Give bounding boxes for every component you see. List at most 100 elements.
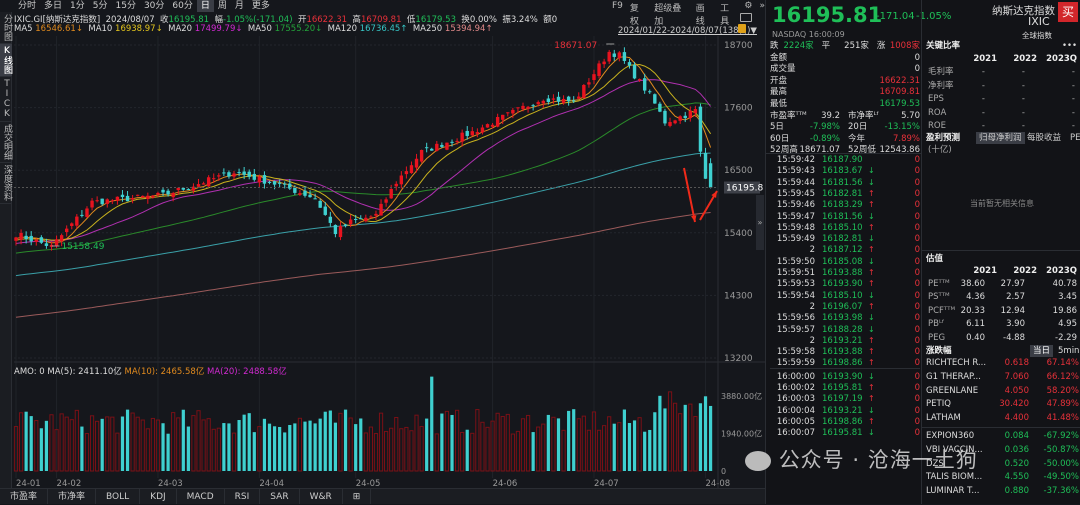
volume-bar xyxy=(520,418,526,472)
period-tab[interactable]: 月 xyxy=(231,0,248,12)
lock-icon[interactable] xyxy=(738,24,746,33)
tick-price: 16195.81 xyxy=(822,428,863,439)
mover-name[interactable]: G1 THERAP... xyxy=(926,371,981,383)
period-tab[interactable]: 日 xyxy=(196,0,214,12)
forecast-tab[interactable]: PE xyxy=(1070,132,1080,144)
period-tab[interactable]: 多日 xyxy=(40,0,66,12)
period-tab[interactable]: 5分 xyxy=(89,0,112,12)
mover-name[interactable]: LATHAM xyxy=(926,412,961,424)
y-tick-label: 14300 xyxy=(724,291,753,301)
candle-body xyxy=(511,109,515,114)
tick-row: 15:59:46 16183.29 ↑ 0 xyxy=(770,199,920,211)
tick-price: 16181.56 xyxy=(822,177,863,188)
movers-tab-today[interactable]: 当日 xyxy=(1030,345,1054,357)
period-tab[interactable]: 30分 xyxy=(140,0,168,12)
mover-price: 0.084 xyxy=(1004,431,1029,441)
volume-bar xyxy=(551,416,556,472)
indicator-tab[interactable]: 市净率 xyxy=(48,489,97,504)
mover-name[interactable]: RICHTECH R... xyxy=(926,357,986,369)
kline-chart[interactable]: 18700176001650015400143001320024-01 24-02… xyxy=(0,0,765,504)
candle-body xyxy=(658,103,662,112)
period-tab[interactable]: 周 xyxy=(214,0,231,12)
volume-bar xyxy=(373,433,379,472)
volume-bar xyxy=(338,412,343,472)
valuation-value: 27.97 xyxy=(1000,279,1025,289)
collapse-handle[interactable]: » xyxy=(756,195,764,250)
forecast-tab[interactable]: 每股收益 xyxy=(1027,132,1061,144)
tick-row: 15:59:56 16193.98 ↓ 0 xyxy=(770,312,920,324)
volume-bar xyxy=(227,423,231,471)
ma250-value: 15394.94↑ xyxy=(444,24,493,34)
volume-bar xyxy=(110,416,115,472)
stat-value: 0 xyxy=(914,52,920,63)
tick-row: 16:00:00 16193.90 ↓ 0 xyxy=(770,371,920,383)
side-tab[interactable]: 成交明细 xyxy=(0,122,12,163)
candle-body xyxy=(556,96,561,102)
mover-price: 0.036 xyxy=(1004,444,1029,455)
side-tab[interactable]: 分时图 xyxy=(0,12,12,44)
volume-bar xyxy=(313,423,317,471)
side-tab[interactable]: TICK xyxy=(0,77,12,122)
indicator-tab[interactable]: MACD xyxy=(177,489,225,504)
mover-name[interactable]: EXPION360 xyxy=(926,430,974,442)
vol-ma10: MA(10): 2465.58亿 xyxy=(124,367,205,377)
tick-row: 15:59:53 16193.90 ↑ 0 xyxy=(770,278,920,290)
volume-bar xyxy=(510,433,515,472)
more-icon[interactable]: ••• xyxy=(1062,40,1077,52)
indicator-tab[interactable]: 市盈率 xyxy=(0,489,49,504)
stat-row: 市盈率ᵀᵀᴹ 39.2 市净率ᴸᶠ 5.70 xyxy=(770,110,920,122)
ratio-value: - xyxy=(1021,107,1025,118)
tick-arrow-icon: ↓ xyxy=(868,313,875,323)
forecast-tab[interactable]: 归母净利润 xyxy=(976,132,1025,144)
mover-price: 0.880 xyxy=(1004,486,1029,497)
indicator-tab[interactable]: KDJ xyxy=(140,489,177,504)
tick-arrow-icon: ↑ xyxy=(868,279,875,289)
side-tab-label: 分时图 xyxy=(2,14,12,41)
side-tabs: 分时图 K线图 K线图 TICK 成交明细 深度资料 xyxy=(0,12,12,488)
volume-bar xyxy=(419,426,424,472)
volume-bar xyxy=(541,423,546,472)
fundamentals-column: 关键比率 ••• 2021 2022 2023Q 毛利率 - - - 净利率 - - - EPS - - - RO… xyxy=(921,0,1080,504)
side-tab[interactable]: K线图 K线图 xyxy=(0,44,12,77)
mover-name[interactable]: GREENLANE xyxy=(926,385,978,397)
indicator-tab[interactable]: BOLL xyxy=(96,489,141,504)
screen-icon[interactable] xyxy=(740,13,752,22)
stat-label: 5日 xyxy=(770,122,784,133)
indicator-tab[interactable]: SAR xyxy=(260,489,300,504)
ma20-label: MA20 xyxy=(168,24,193,34)
ma50-line xyxy=(15,102,711,254)
volume-bar xyxy=(288,424,292,471)
side-tab[interactable]: 深度资料 xyxy=(0,163,12,204)
tick-price: 16183.67 xyxy=(822,166,863,177)
mover-name[interactable]: PETIQ xyxy=(926,398,951,410)
tick-price: 16188.28 xyxy=(822,324,863,335)
stat-value: 39.2 xyxy=(821,110,840,121)
volume-bar xyxy=(637,417,642,472)
volume-bar xyxy=(378,412,384,472)
mover-name[interactable]: LUMINAR T... xyxy=(926,485,979,497)
candle-body xyxy=(257,176,262,183)
date-range-selector[interactable]: 2024/01/22-2024/08/07(138日)▼ xyxy=(618,24,757,36)
tick-time: 16:00:04 xyxy=(776,405,815,416)
period-tab[interactable]: 更多 xyxy=(248,0,274,12)
volume-bar xyxy=(222,423,226,471)
stat-row: 最低 16179.53 xyxy=(770,98,920,110)
indicator-tab[interactable]: RSI xyxy=(225,489,261,504)
stat-value: 16622.31 xyxy=(879,75,920,86)
period-tab[interactable]: 15分 xyxy=(112,0,140,12)
indicator-tab[interactable]: ⊞ xyxy=(343,489,372,504)
movers-tab-5min[interactable]: 5min xyxy=(1058,345,1079,357)
mover-pct: -50.87% xyxy=(1043,444,1079,455)
tick-price: 16195.81 xyxy=(822,383,863,393)
tick-volume: 0 xyxy=(914,383,920,393)
volume-bar xyxy=(252,432,256,471)
movers-title: 涨跌幅 xyxy=(926,346,952,356)
period-tab[interactable]: 60分 xyxy=(168,0,196,12)
indicator-tab[interactable]: W&R xyxy=(300,489,343,504)
candle-body xyxy=(141,195,145,198)
period-tab[interactable]: 分时 xyxy=(14,0,40,12)
period-tab[interactable]: 1分 xyxy=(66,0,89,12)
volume-bar xyxy=(34,420,39,472)
tick-time: 16:00:02 xyxy=(776,383,815,393)
candle-body xyxy=(526,106,530,109)
